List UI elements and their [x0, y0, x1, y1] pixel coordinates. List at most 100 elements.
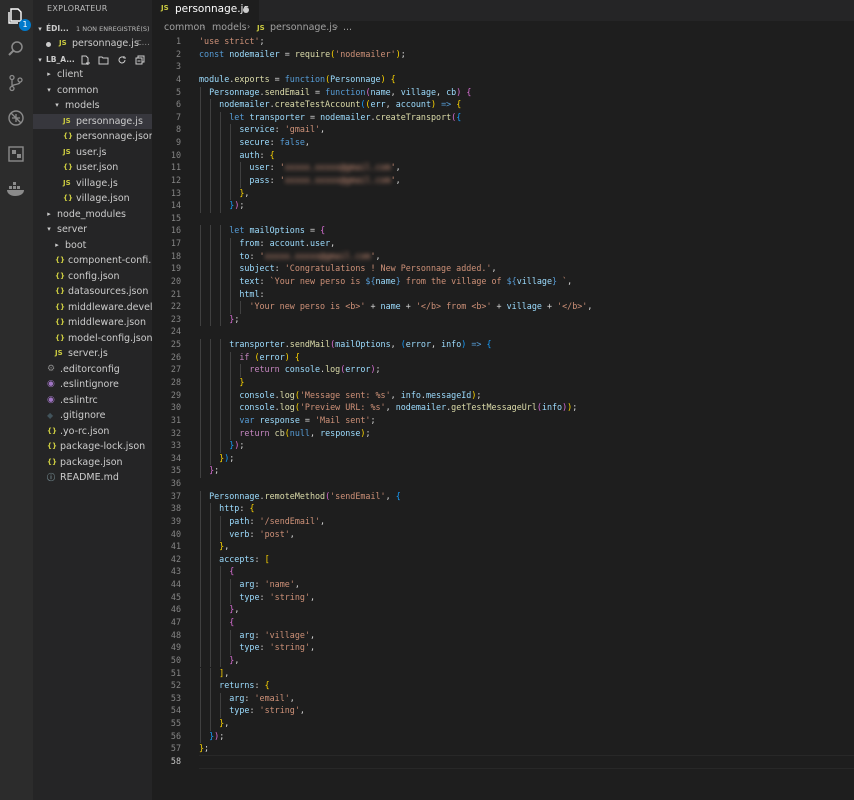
debug-icon[interactable]: [6, 108, 26, 128]
code-line: },: [229, 654, 240, 665]
code-line: });: [229, 200, 245, 211]
tree-item-label: village.json: [76, 193, 130, 204]
code-editor[interactable]: 1 'use strict'; 2 const nodemailer = requir…: [152, 36, 854, 800]
tree-item-gitignore[interactable]: ◆ .gitignore: [33, 408, 152, 424]
tree-item-common[interactable]: ▾ common: [33, 83, 152, 99]
chevron-down-icon: ▾: [38, 25, 42, 33]
line-number: 11: [170, 162, 181, 173]
project-section[interactable]: ▾ LB_A...: [33, 52, 152, 68]
tree-item-village-json[interactable]: {} village.json: [33, 191, 152, 207]
tree-item-eslintignore[interactable]: ◉ .eslintignore: [33, 377, 152, 393]
line-number: 53: [170, 692, 181, 703]
code-line: },: [239, 187, 250, 198]
tree-item-yo-rc-json[interactable]: {} .yo-rc.json: [33, 424, 152, 440]
json-file-icon: {}: [55, 318, 65, 326]
code-line: auth: {: [239, 149, 275, 160]
code-line: from: account.user,: [239, 238, 336, 249]
code-line: returns: {: [219, 680, 270, 691]
line-number: 45: [170, 591, 181, 602]
line-number: 17: [170, 238, 181, 249]
unsaved-dot-icon[interactable]: [243, 7, 249, 13]
line-number: 38: [170, 503, 181, 514]
tab-personnage-js[interactable]: JS personnage.js: [152, 0, 259, 21]
js-file-icon: JS: [161, 4, 169, 12]
breadcrumb-item-file[interactable]: personnage.js: [270, 22, 337, 33]
tree-item-boot[interactable]: ▸ boot: [33, 238, 152, 254]
tree-item-datasources-json[interactable]: {} datasources.json: [33, 284, 152, 300]
tree-item-label: .yo-rc.json: [60, 425, 110, 437]
tree-item-model-config-json[interactable]: {} model-config.json: [33, 331, 152, 347]
collapse-all-icon[interactable]: [135, 55, 145, 65]
open-editor-item[interactable]: JS personnage.js c...: [33, 36, 152, 52]
code-line: };: [209, 465, 220, 476]
open-editors-section[interactable]: ▾ ÉDI... 1 NON ENREGISTRÉ(S): [33, 21, 152, 37]
breadcrumb-item-symbol[interactable]: ...: [343, 22, 352, 33]
tree-item-editorconfig[interactable]: ⚙ .editorconfig: [33, 362, 152, 378]
line-number: 47: [170, 616, 181, 627]
code-line: http: {: [219, 503, 255, 514]
new-file-icon[interactable]: [80, 55, 90, 65]
tree-item-node-modules[interactable]: ▸ node_modules: [33, 207, 152, 223]
code-line: to: 'xxxxx.xxxxx@gmail.com',: [239, 250, 381, 261]
source-control-icon[interactable]: [6, 73, 26, 93]
extensions-icon[interactable]: [6, 144, 26, 164]
tree-item-label: personnage.json: [76, 131, 152, 142]
tree-item-personnage-js[interactable]: JS personnage.js: [33, 113, 152, 129]
line-number: 54: [170, 705, 181, 716]
line-number: 9: [175, 137, 181, 148]
line-number: 22: [170, 301, 181, 312]
tree-item-component-confi[interactable]: {} component-confi...: [33, 253, 152, 269]
new-folder-icon[interactable]: [98, 55, 109, 65]
tree-item-models[interactable]: ▾ models: [33, 98, 152, 114]
tree-item-label: .eslintrc: [60, 394, 98, 406]
tree-item-client[interactable]: ▸ client: [33, 67, 152, 83]
tree-item-personnage-json[interactable]: {} personnage.json: [33, 129, 152, 145]
unsaved-count-badge: 1: [19, 19, 31, 31]
code-line: });: [229, 440, 245, 451]
code-line: console.log('Preview URL: %s', nodemaile…: [239, 402, 578, 413]
explorer-title: EXPLORATEUR: [47, 4, 108, 13]
tree-item-village-js[interactable]: JS village.js: [33, 176, 152, 192]
code-line: arg: 'village',: [239, 629, 316, 640]
tree-item-server-js[interactable]: JS server.js: [33, 346, 152, 362]
code-line: const nodemailer = require('nodemailer')…: [199, 48, 406, 59]
line-number: 52: [170, 680, 181, 691]
json-file-icon: {}: [55, 302, 65, 311]
refresh-icon[interactable]: [117, 55, 127, 65]
json-file-icon: {}: [47, 442, 57, 450]
tree-item-config-json[interactable]: {} config.json: [33, 269, 152, 285]
line-number: 6: [175, 99, 181, 110]
code-line: module.exports = function(Personnage) {: [199, 73, 396, 84]
json-file-icon: {}: [55, 333, 65, 342]
line-number: 31: [170, 414, 181, 425]
tree-item-middleware-json[interactable]: {} middleware.json: [33, 315, 152, 331]
code-line: verb: 'post',: [229, 528, 295, 539]
tree-item-label: user.js: [76, 146, 107, 158]
tree-item-user-js[interactable]: JS user.js: [33, 145, 152, 161]
tree-item-eslintrc[interactable]: ◉ .eslintrc: [33, 393, 152, 409]
tree-item-package-lock-json[interactable]: {} package-lock.json: [33, 439, 152, 455]
tree-item-package-json[interactable]: {} package.json: [33, 455, 152, 471]
tree-item-readme-md[interactable]: ⓘ README.md: [33, 470, 152, 486]
code-line: secure: false,: [239, 137, 310, 148]
breadcrumb-item-models[interactable]: models: [212, 22, 247, 33]
files-icon[interactable]: 1: [6, 6, 31, 31]
breadcrumb-item-common[interactable]: common: [164, 22, 205, 33]
tree-item-label: datasources.json: [68, 286, 149, 297]
tree-item-user-json[interactable]: {} user.json: [33, 160, 152, 176]
js-file-icon: JS: [55, 349, 63, 357]
tab-bar: JS personnage.js: [152, 0, 854, 21]
tree-item-middleware-devel[interactable]: {}middleware.devel...: [33, 300, 152, 316]
tree-item-server[interactable]: ▾ server: [33, 222, 152, 238]
code-line: return console.log(error);: [249, 364, 381, 375]
line-number: 4: [175, 73, 181, 84]
search-icon[interactable]: [6, 39, 26, 59]
code-line: accepts: [: [219, 553, 270, 564]
docker-icon[interactable]: [6, 179, 26, 199]
line-number: 58: [170, 755, 181, 766]
json-file-icon: {}: [63, 163, 73, 171]
tree-item-label: server: [57, 224, 88, 235]
line-number: 34: [170, 452, 181, 463]
line-number: 29: [170, 389, 181, 400]
line-number: 36: [170, 478, 181, 489]
